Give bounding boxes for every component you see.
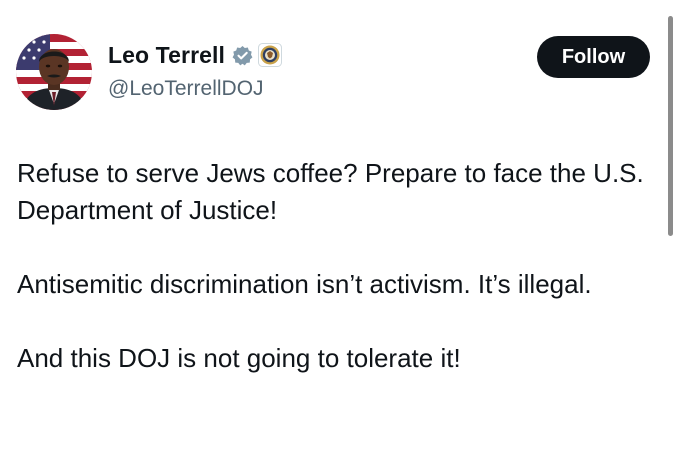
doj-seal-icon[interactable] [258, 43, 282, 67]
post-paragraph: Refuse to serve Jews coffee? Prepare to … [17, 158, 644, 225]
avatar[interactable] [16, 34, 92, 110]
post-text: Refuse to serve Jews coffee? Prepare to … [17, 155, 665, 377]
display-name[interactable]: Leo Terrell [108, 42, 225, 69]
post-paragraph: Antisemitic discrimination isn’t activis… [17, 269, 592, 299]
follow-button[interactable]: Follow [537, 36, 650, 78]
verified-badge-icon[interactable] [232, 45, 253, 66]
user-handle[interactable]: @LeoTerrellDOJ [108, 77, 264, 101]
author-name-row: Leo Terrell [108, 40, 282, 70]
scrollbar[interactable] [668, 16, 673, 236]
tweet-card: Leo Terrell @LeoTerrellDOJ Follow Refuse… [0, 0, 680, 462]
post-paragraph: And this DOJ is not going to tolerate it… [17, 343, 461, 373]
